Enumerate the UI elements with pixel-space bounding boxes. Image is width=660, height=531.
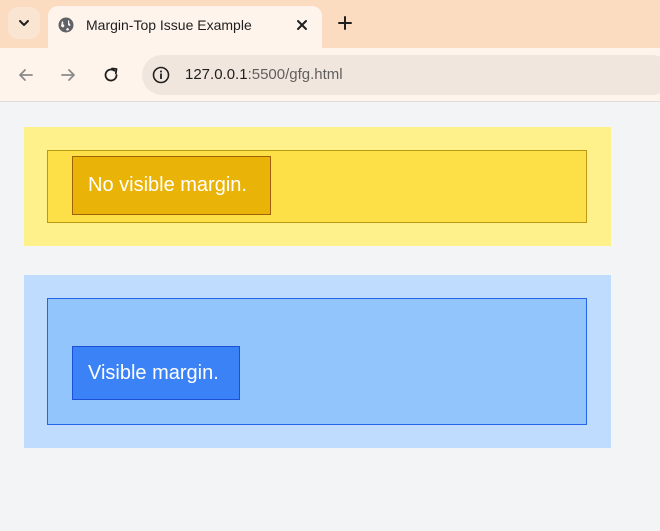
tab-close-button[interactable] xyxy=(292,15,312,35)
info-icon xyxy=(152,66,170,84)
arrow-left-icon xyxy=(19,69,33,81)
url-host: 127.0.0.1 xyxy=(185,66,248,83)
visible-margin-label: Visible margin. xyxy=(88,361,219,384)
tab-strip: Margin-Top Issue Example xyxy=(0,0,660,48)
chevron-down-icon xyxy=(19,20,29,26)
no-margin-child-box: No visible margin. xyxy=(72,156,271,215)
globe-icon xyxy=(58,17,74,33)
active-tab[interactable]: Margin-Top Issue Example xyxy=(48,6,322,48)
url-text[interactable]: 127.0.0.1:5500/gfg.html xyxy=(185,66,343,83)
visible-margin-child-box: Visible margin. xyxy=(72,346,240,400)
url-path: :5500/gfg.html xyxy=(247,66,343,83)
forward-button[interactable] xyxy=(54,61,82,89)
no-margin-label: No visible margin. xyxy=(88,174,247,196)
browser-toolbar: 127.0.0.1:5500/gfg.html xyxy=(0,48,660,102)
visible-margin-parent-box: Visible margin. xyxy=(47,298,587,425)
no-margin-example-wrapper: No visible margin. xyxy=(24,127,611,246)
address-bar[interactable]: 127.0.0.1:5500/gfg.html xyxy=(142,55,660,95)
visible-margin-example-wrapper: Visible margin. xyxy=(24,275,611,448)
page-viewport: No visible margin. Visible margin. xyxy=(0,103,660,531)
new-tab-button[interactable] xyxy=(332,10,358,36)
reload-button[interactable] xyxy=(97,61,125,89)
tab-search-button[interactable] xyxy=(8,7,40,39)
back-button[interactable] xyxy=(12,61,40,89)
site-info-button[interactable] xyxy=(150,64,172,86)
no-margin-parent-box: No visible margin. xyxy=(47,150,587,223)
reload-icon xyxy=(104,67,118,82)
arrow-right-icon xyxy=(61,69,75,81)
plus-icon xyxy=(338,16,352,30)
tab-title: Margin-Top Issue Example xyxy=(86,17,252,33)
close-icon xyxy=(297,20,307,30)
